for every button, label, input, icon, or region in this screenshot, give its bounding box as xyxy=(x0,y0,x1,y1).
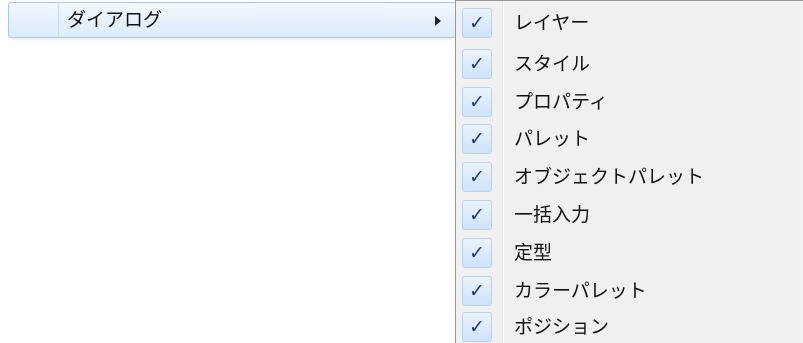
checkmark-box: ✓ xyxy=(462,8,492,38)
menu-gutter-divider xyxy=(58,3,59,37)
menu-item-label: パレット xyxy=(514,128,591,150)
checkmark-box: ✓ xyxy=(462,200,492,230)
menu-screen: ダイアログ ✓ レイヤー ✓ スタイル ✓ プロパティ ✓ パレット ✓ オブジ… xyxy=(0,0,803,343)
menu-item-label: 定型 xyxy=(514,242,553,264)
checkmark-box: ✓ xyxy=(462,162,492,192)
menu-item-object-palette[interactable]: ✓ オブジェクトパレット xyxy=(456,158,803,196)
menu-item-color-palette[interactable]: ✓ カラーパレット xyxy=(456,272,803,310)
menu-item-label: カラーパレット xyxy=(514,280,647,302)
checkmark-icon: ✓ xyxy=(469,242,485,264)
checkmark-icon: ✓ xyxy=(469,166,485,188)
checkmark-box: ✓ xyxy=(462,276,492,306)
menu-item-property[interactable]: ✓ プロパティ xyxy=(456,83,803,121)
checkmark-box: ✓ xyxy=(462,124,492,154)
menu-item-position[interactable]: ✓ ポジション xyxy=(456,308,803,343)
menu-item-dialog-label: ダイアログ xyxy=(67,9,163,31)
menu-item-style[interactable]: ✓ スタイル xyxy=(456,45,803,83)
checkmark-icon: ✓ xyxy=(469,53,485,75)
menu-item-label: 一括入力 xyxy=(514,204,591,226)
checkmark-icon: ✓ xyxy=(469,204,485,226)
menu-item-label: オブジェクトパレット xyxy=(514,166,705,188)
checkmark-icon: ✓ xyxy=(469,280,485,302)
checkmark-icon: ✓ xyxy=(469,91,485,113)
menu-item-label: プロパティ xyxy=(514,91,608,113)
menu-item-label: レイヤー xyxy=(514,12,590,34)
menu-item-template[interactable]: ✓ 定型 xyxy=(456,234,803,272)
menu-item-label: ポジション xyxy=(514,316,610,338)
menu-item-label: スタイル xyxy=(514,53,591,75)
menu-item-layer[interactable]: ✓ レイヤー xyxy=(456,4,803,42)
checkmark-icon: ✓ xyxy=(469,12,485,34)
menu-item-batch-input[interactable]: ✓ 一括入力 xyxy=(456,196,803,234)
checkmark-box: ✓ xyxy=(462,238,492,268)
menu-item-dialog[interactable]: ダイアログ xyxy=(8,2,460,38)
checkmark-box: ✓ xyxy=(462,312,492,342)
checkmark-box: ✓ xyxy=(462,87,492,117)
menu-item-palette[interactable]: ✓ パレット xyxy=(456,120,803,158)
checkmark-icon: ✓ xyxy=(469,316,485,338)
checkmark-box: ✓ xyxy=(462,49,492,79)
triangle-right-icon xyxy=(435,16,441,26)
checkmark-icon: ✓ xyxy=(469,128,485,150)
dialog-submenu: ✓ レイヤー ✓ スタイル ✓ プロパティ ✓ パレット ✓ オブジェクトパレッ… xyxy=(455,0,803,343)
menu-edge-shadow xyxy=(12,38,452,41)
